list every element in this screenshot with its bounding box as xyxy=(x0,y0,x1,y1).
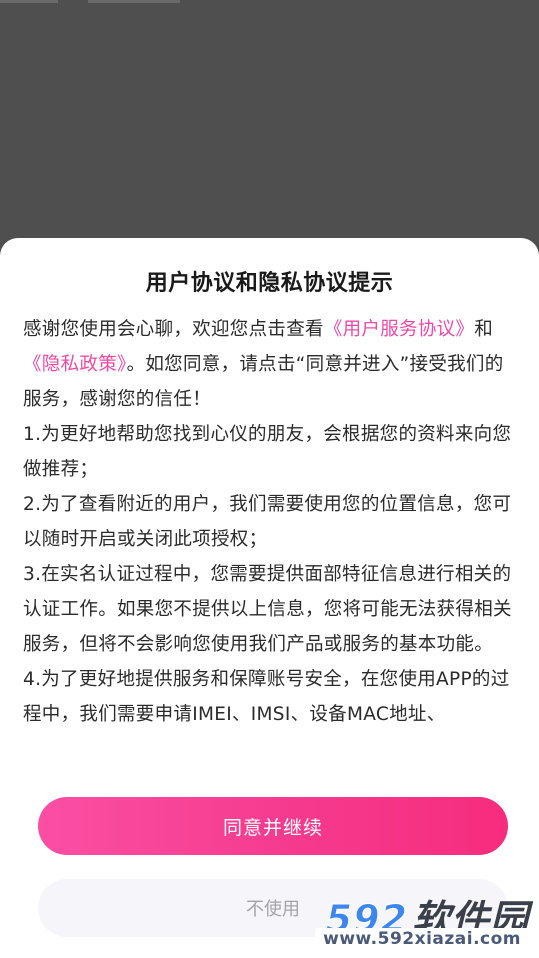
intro-text: 感谢您使用会心聊，欢迎您点击查看 xyxy=(23,319,324,340)
watermark-url: www.592xiazai.com xyxy=(315,928,529,950)
agreement-text[interactable]: 感谢您使用会心聊，欢迎您点击查看《用户服务协议》和《隐私政策》。如您同意，请点击… xyxy=(23,312,517,786)
privacy-dialog: 用户协议和隐私协议提示 感谢您使用会心聊，欢迎您点击查看《用户服务协议》和《隐私… xyxy=(0,238,539,958)
text-fade-overlay xyxy=(0,758,539,790)
agree-continue-button[interactable]: 同意并继续 xyxy=(38,797,508,855)
status-bar xyxy=(0,0,539,6)
intro-paragraph: 感谢您使用会心聊，欢迎您点击查看《用户服务协议》和《隐私政策》。如您同意，请点击… xyxy=(23,312,517,417)
watermark-logo: 592 软件园 www.592xiazai.com xyxy=(267,888,529,954)
agreement-item-3: 3.在实名认证过程中，您需要提供面部特征信息进行相关的认证工作。如果您不提供以上… xyxy=(23,564,512,655)
status-indicator xyxy=(88,0,180,3)
status-indicator xyxy=(0,0,58,3)
agreement-item-1: 1.为更好地帮助您找到心仪的朋友，会根据您的资料来向您做推荐； xyxy=(23,424,512,480)
agreement-item-2: 2.为了查看附近的用户，我们需要使用您的位置信息，您可以随时开启或关闭此项授权； xyxy=(23,494,512,550)
agreement-item-4: 4.为了更好地提供服务和保障账号安全，在您使用APP的过程中，我们需要申请IME… xyxy=(23,669,510,725)
user-agreement-link[interactable]: 《用户服务协议》 xyxy=(324,319,474,340)
privacy-policy-link[interactable]: 《隐私政策》 xyxy=(23,354,127,375)
dialog-title: 用户协议和隐私协议提示 xyxy=(145,271,394,296)
intro-text: 和 xyxy=(474,319,494,340)
